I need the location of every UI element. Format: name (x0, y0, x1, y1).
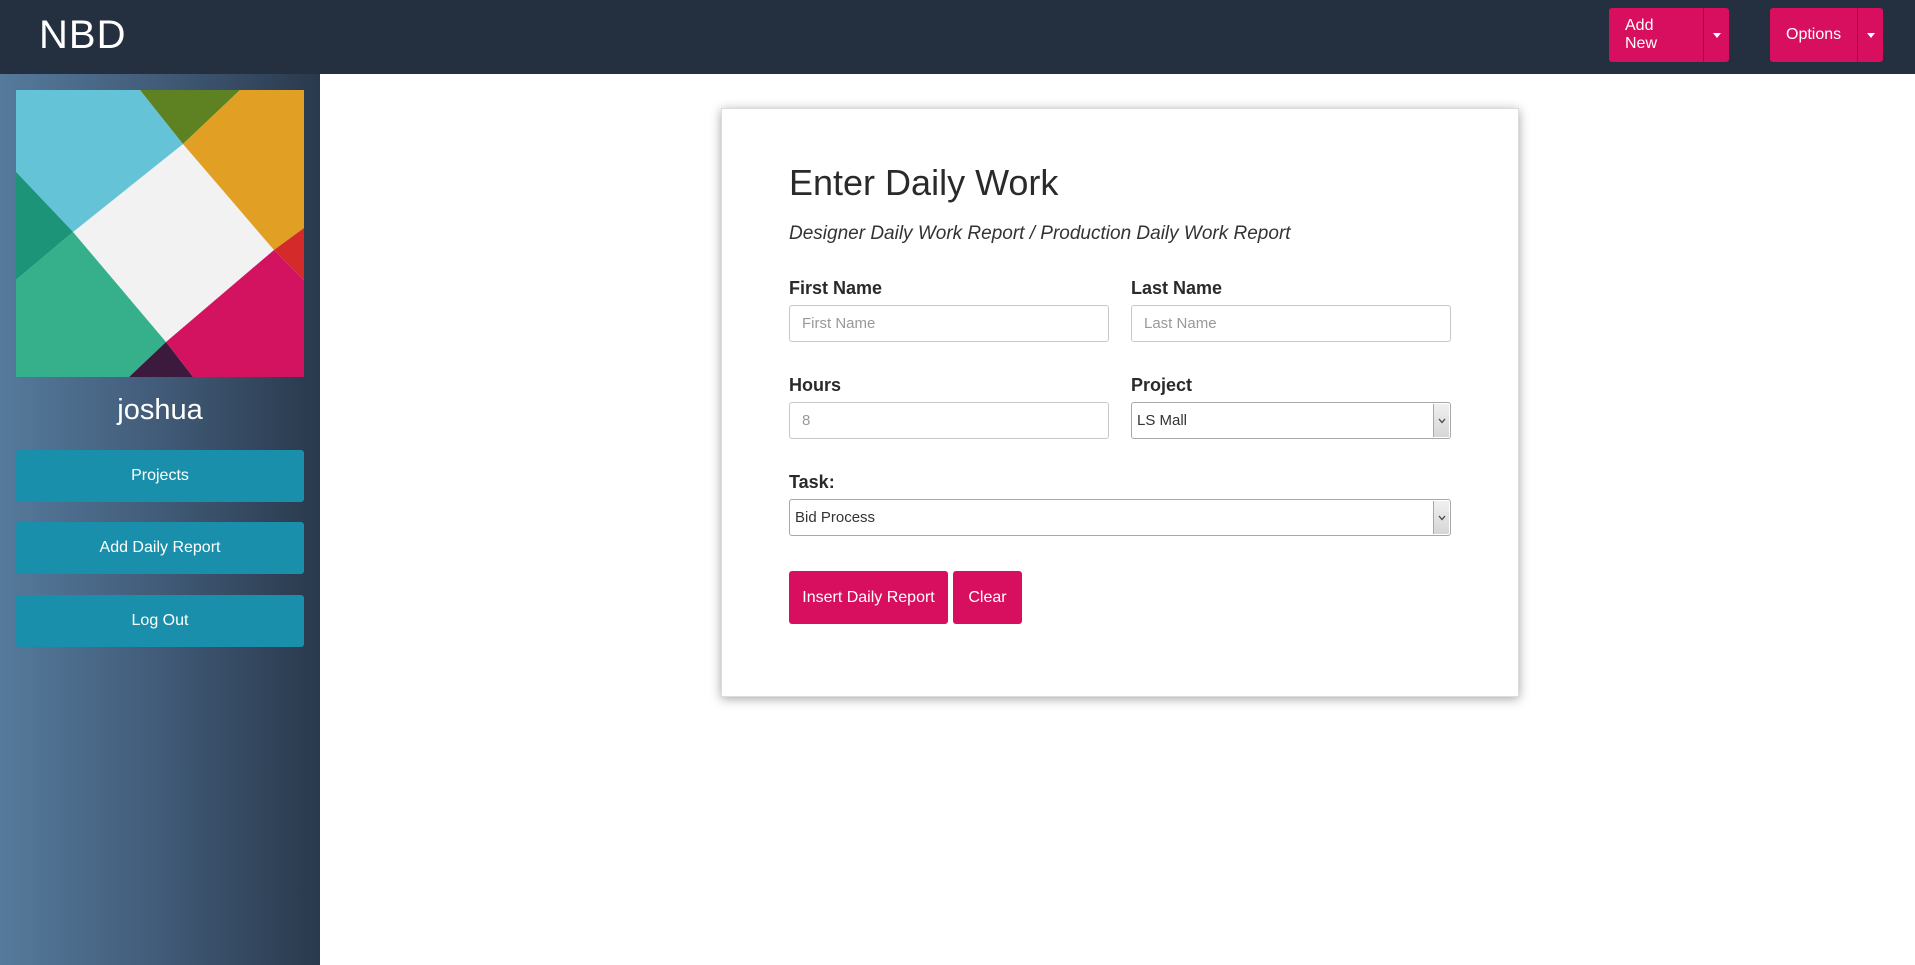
caret-down-icon (1712, 32, 1721, 38)
task-selected-value: Bid Process (795, 509, 876, 526)
caret-down-icon (1866, 32, 1875, 38)
project-selected-value: LS Mall (1137, 412, 1188, 429)
first-name-label: First Name (789, 278, 883, 298)
chevron-down-icon (1433, 404, 1449, 437)
task-select[interactable]: Bid Process (789, 499, 1451, 536)
user-avatar-image (16, 90, 304, 377)
sidebar: joshua Projects Add Daily Report Log Out (0, 74, 320, 965)
project-label: Project (1131, 375, 1193, 395)
add-new-dropdown-toggle[interactable] (1703, 8, 1729, 62)
brand-logo-link[interactable]: NBD (39, 10, 126, 60)
insert-daily-report-button[interactable]: Insert Daily Report (789, 571, 948, 624)
sidebar-item-projects[interactable]: Projects (16, 450, 304, 502)
sidebar-item-add-daily-report[interactable]: Add Daily Report (16, 522, 304, 574)
project-select[interactable]: LS Mall (1131, 402, 1451, 439)
daily-work-form-card: Enter Daily Work Designer Daily Work Rep… (721, 108, 1519, 697)
last-name-label: Last Name (1131, 278, 1223, 298)
chevron-down-icon (1433, 501, 1449, 534)
add-new-button[interactable]: Add New (1609, 8, 1703, 62)
add-new-split-button: Add New (1609, 8, 1729, 62)
first-name-input[interactable] (789, 305, 1109, 342)
hours-input[interactable] (789, 402, 1109, 439)
hours-label: Hours (789, 375, 842, 395)
task-label: Task: (789, 472, 835, 492)
username-label: joshua (117, 394, 203, 426)
options-button[interactable]: Options (1770, 8, 1857, 62)
options-split-button: Options (1770, 8, 1883, 62)
clear-button[interactable]: Clear (953, 571, 1022, 624)
sidebar-item-log-out[interactable]: Log Out (16, 595, 304, 647)
last-name-input[interactable] (1131, 305, 1451, 342)
options-dropdown-toggle[interactable] (1857, 8, 1883, 62)
top-navbar: NBD Add New Options (0, 0, 1915, 74)
page-title: Enter Daily Work (789, 162, 1059, 203)
form-subtitle: Designer Daily Work Report / Production … (789, 223, 1291, 244)
